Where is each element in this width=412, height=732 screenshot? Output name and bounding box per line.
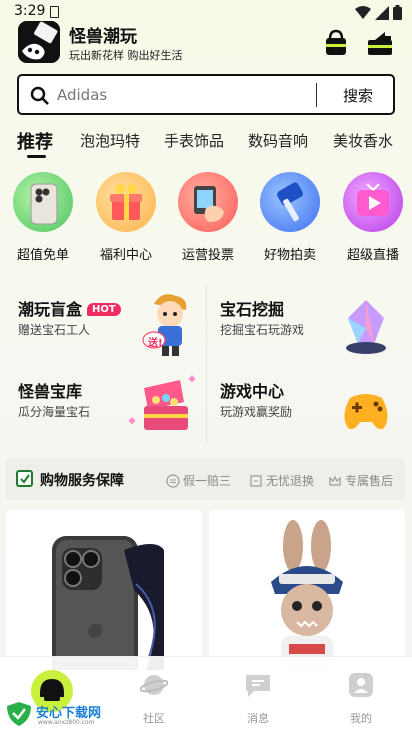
feature-title: 潮玩盲盒 HOT — [18, 296, 121, 320]
tab-popmart[interactable]: 泡泡玛特 — [80, 130, 140, 151]
sim-icon — [50, 6, 59, 18]
quick-entry-label: 超值免单 — [16, 248, 69, 263]
search-bar: 搜索 — [17, 74, 395, 115]
feature-title: 游戏中心 — [220, 382, 285, 401]
signal-icon — [375, 5, 389, 20]
nav-profile[interactable]: 我的 — [321, 657, 401, 732]
chat-icon — [246, 675, 270, 697]
search-input[interactable] — [57, 84, 317, 106]
watermark: 安心下载网 www.anxz800.com — [2, 700, 112, 730]
app-subtitle: 玩出新花样 购出好生活 — [69, 49, 183, 62]
nav-messages[interactable]: 消息 — [218, 657, 298, 732]
tab-digital[interactable]: 数码音响 — [248, 130, 308, 151]
feature-game-center[interactable]: 游戏中心 玩游戏赢奖励 — [208, 366, 404, 444]
quick-entry-free[interactable]: 超值免单 — [8, 172, 78, 263]
feature-title: 怪兽宝库 — [18, 382, 83, 401]
feature-subtitle: 瓜分海量宝石 — [18, 405, 91, 419]
quick-entry-auction[interactable]: 好物拍卖 — [255, 172, 325, 263]
vote-hand-icon — [178, 172, 238, 232]
gift-tag: 送! — [148, 338, 163, 349]
planet-icon — [140, 675, 168, 695]
crown-icon — [329, 475, 341, 486]
feature-vault[interactable]: 怪兽宝库 瓜分海量宝石 — [6, 366, 202, 444]
feature-subtitle: 挖掘宝石玩游戏 — [220, 323, 305, 337]
gamepad-icon — [344, 394, 388, 430]
iphone-product-icon — [52, 536, 164, 670]
nav-label: 我的 — [350, 712, 372, 725]
check-icon — [16, 470, 33, 487]
quick-entry-welfare[interactable]: 福利中心 — [91, 172, 161, 263]
service-guarantee: 购物服务保障 假一赔三 无忧退换 专属售后 — [6, 458, 405, 500]
crystal-gem-icon — [346, 300, 386, 354]
quick-entry-vote[interactable]: 运营投票 — [173, 172, 243, 263]
nav-label: 消息 — [247, 712, 269, 725]
tab-beauty[interactable]: 美妆香水 — [333, 130, 393, 151]
watermark-url: www.anxz800.com — [38, 719, 95, 726]
feature-gem-mining[interactable]: 宝石挖掘 挖掘宝石玩游戏 — [208, 284, 404, 362]
hot-badge: HOT — [87, 303, 121, 316]
labubu-figure-icon — [271, 520, 343, 670]
shield-icon — [166, 473, 180, 488]
live-play-icon — [343, 172, 403, 232]
quick-entry-label: 超级直播 — [346, 248, 399, 263]
quick-entry-label: 福利中心 — [99, 248, 152, 263]
feature-divider — [206, 284, 207, 444]
feature-blind-box[interactable]: 潮玩盲盒 HOT 赠送宝石工人 送! — [6, 284, 202, 362]
quick-entry-live[interactable]: 超级直播 — [338, 172, 408, 263]
nav-community[interactable]: 社区 — [114, 657, 194, 732]
search-button[interactable]: 搜索 — [326, 85, 390, 106]
search-divider — [316, 83, 317, 107]
service-title: 购物服务保障 — [40, 473, 124, 489]
treasure-chest-icon — [128, 375, 196, 430]
auction-hammer-icon — [260, 172, 320, 232]
nav-label: 社区 — [143, 712, 165, 725]
status-bar: 3:29 — [0, 0, 412, 24]
service-item-return: 无忧退换 — [249, 472, 314, 489]
quick-entry-label: 好物拍卖 — [263, 248, 316, 263]
return-icon — [250, 474, 262, 487]
status-icons — [355, 5, 402, 20]
quick-entry-label: 运营投票 — [181, 248, 234, 263]
shield-logo-icon — [7, 702, 31, 726]
iphone-icon — [13, 172, 73, 232]
battery-icon — [393, 5, 402, 20]
service-item-aftersales: 专属售后 — [328, 472, 393, 489]
product-card-labubu[interactable] — [209, 510, 405, 670]
app-logo — [18, 21, 60, 63]
category-tabs: 推荐 泡泡玛特 手表饰品 数码音响 美妆香水 — [0, 128, 412, 162]
gift-box-icon — [96, 172, 156, 232]
search-icon — [30, 86, 49, 105]
tab-active-indicator — [27, 155, 46, 158]
status-time: 3:29 — [14, 3, 46, 19]
share-icon[interactable] — [365, 28, 395, 58]
tab-recommend[interactable]: 推荐 — [17, 128, 53, 154]
tab-watches[interactable]: 手表饰品 — [164, 130, 224, 151]
feature-subtitle: 赠送宝石工人 — [18, 323, 91, 337]
wifi-icon — [355, 5, 371, 19]
bag-icon[interactable] — [321, 28, 351, 58]
product-card-iphone[interactable] — [6, 510, 202, 670]
feature-title: 宝石挖掘 — [220, 300, 285, 319]
service-item-fake-compensation: 假一赔三 — [166, 472, 231, 489]
user-icon — [349, 673, 373, 697]
feature-subtitle: 玩游戏赢奖励 — [220, 405, 293, 419]
app-title: 怪兽潮玩 — [69, 27, 137, 47]
